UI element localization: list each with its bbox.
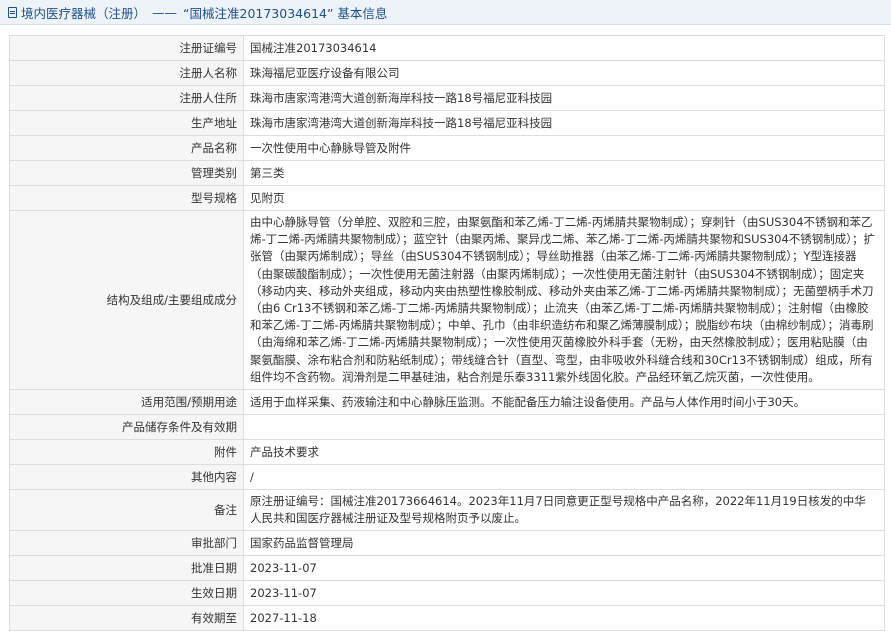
table-row: 产品储存条件及有效期 — [9, 414, 885, 441]
row-value — [243, 414, 885, 441]
row-label: 审批部门 — [9, 530, 244, 557]
row-label: 管理类别 — [9, 160, 244, 186]
row-label: 型号规格 — [9, 185, 244, 211]
page-header: 境内医疗器械（注册） —— “国械注准20173034614” 基本信息 — [0, 0, 891, 25]
header-separator: —— — [152, 4, 178, 20]
row-value: / — [243, 464, 885, 491]
table-row: 产品名称 一次性使用中心静脉导管及附件 — [9, 135, 885, 161]
row-value: 2023-11-07 — [243, 580, 885, 607]
table-row: 生产地址 珠海市唐家湾港湾大道创新海岸科技一路18号福尼亚科技园 — [9, 110, 885, 136]
row-label: 产品储存条件及有效期 — [9, 414, 244, 441]
table-row: 注册人名称 珠海福尼亚医疗设备有限公司 — [9, 60, 885, 86]
row-value: 2023-11-07 — [243, 555, 885, 582]
row-value: 第三类 — [243, 160, 885, 186]
header-title: “国械注准20173034614” 基本信息 — [183, 5, 388, 21]
row-value: 珠海市唐家湾港湾大道创新海岸科技一路18号福尼亚科技园 — [243, 85, 885, 111]
info-table: 注册证编号 国械注准20173034614 注册人名称 珠海福尼亚医疗设备有限公… — [9, 35, 885, 632]
table-row: 备注 原注册证编号：国械注准20173664614。2023年11月7日同意更正… — [9, 489, 885, 532]
row-value: 珠海福尼亚医疗设备有限公司 — [243, 60, 885, 86]
table-row: 型号规格 见附页 — [9, 185, 885, 211]
table-row: 适用范围/预期用途 适用于血样采集、药液输注和中心静脉压监测。不能配备压力输注设… — [9, 389, 885, 416]
row-label: 结构及组成/主要组成成分 — [9, 209, 244, 391]
table-row: 注册人住所 珠海市唐家湾港湾大道创新海岸科技一路18号福尼亚科技园 — [9, 85, 885, 111]
table-row: 管理类别 第三类 — [9, 160, 885, 186]
row-label: 注册人名称 — [9, 60, 244, 86]
header-category: 境内医疗器械（注册） — [21, 5, 147, 21]
row-label: 注册证编号 — [9, 35, 244, 61]
table-row: 结构及组成/主要组成成分 由中心静脉导管（分单腔、双腔和三腔，由聚氨酯和苯乙烯-… — [9, 209, 885, 391]
row-label: 生产地址 — [9, 110, 244, 136]
row-value: 产品技术要求 — [243, 439, 885, 466]
row-value: 国械注准20173034614 — [243, 35, 885, 61]
row-label: 有效期至 — [9, 605, 244, 632]
row-value: 原注册证编号：国械注准20173664614。2023年11月7日同意更正型号规… — [243, 489, 885, 532]
table-row: 其他内容 / — [9, 464, 885, 491]
table-row: 审批部门 国家药品监督管理局 — [9, 530, 885, 557]
row-label: 其他内容 — [9, 464, 244, 491]
row-value: 一次性使用中心静脉导管及附件 — [243, 135, 885, 161]
table-row: 有效期至 2027-11-18 — [9, 605, 885, 632]
row-label: 产品名称 — [9, 135, 244, 161]
row-value: 2027-11-18 — [243, 605, 885, 632]
row-label: 注册人住所 — [9, 85, 244, 111]
table-row: 批准日期 2023-11-07 — [9, 555, 885, 582]
row-value: 适用于血样采集、药液输注和中心静脉压监测。不能配备压力输注设备使用。产品与人体作… — [243, 389, 885, 416]
row-value: 国家药品监督管理局 — [243, 530, 885, 557]
row-label: 备注 — [9, 489, 244, 532]
row-label: 适用范围/预期用途 — [9, 389, 244, 416]
row-value: 由中心静脉导管（分单腔、双腔和三腔，由聚氨酯和苯乙烯-丁二烯-丙烯腈共聚物制成）… — [243, 209, 885, 391]
table-row: 生效日期 2023-11-07 — [9, 580, 885, 607]
table-row: 注册证编号 国械注准20173034614 — [9, 35, 885, 61]
document-icon — [8, 6, 17, 18]
row-value: 珠海市唐家湾港湾大道创新海岸科技一路18号福尼亚科技园 — [243, 110, 885, 136]
table-row: 附件 产品技术要求 — [9, 439, 885, 466]
row-value: 见附页 — [243, 185, 885, 211]
row-label: 生效日期 — [9, 580, 244, 607]
row-label: 批准日期 — [9, 555, 244, 582]
row-label: 附件 — [9, 439, 244, 466]
